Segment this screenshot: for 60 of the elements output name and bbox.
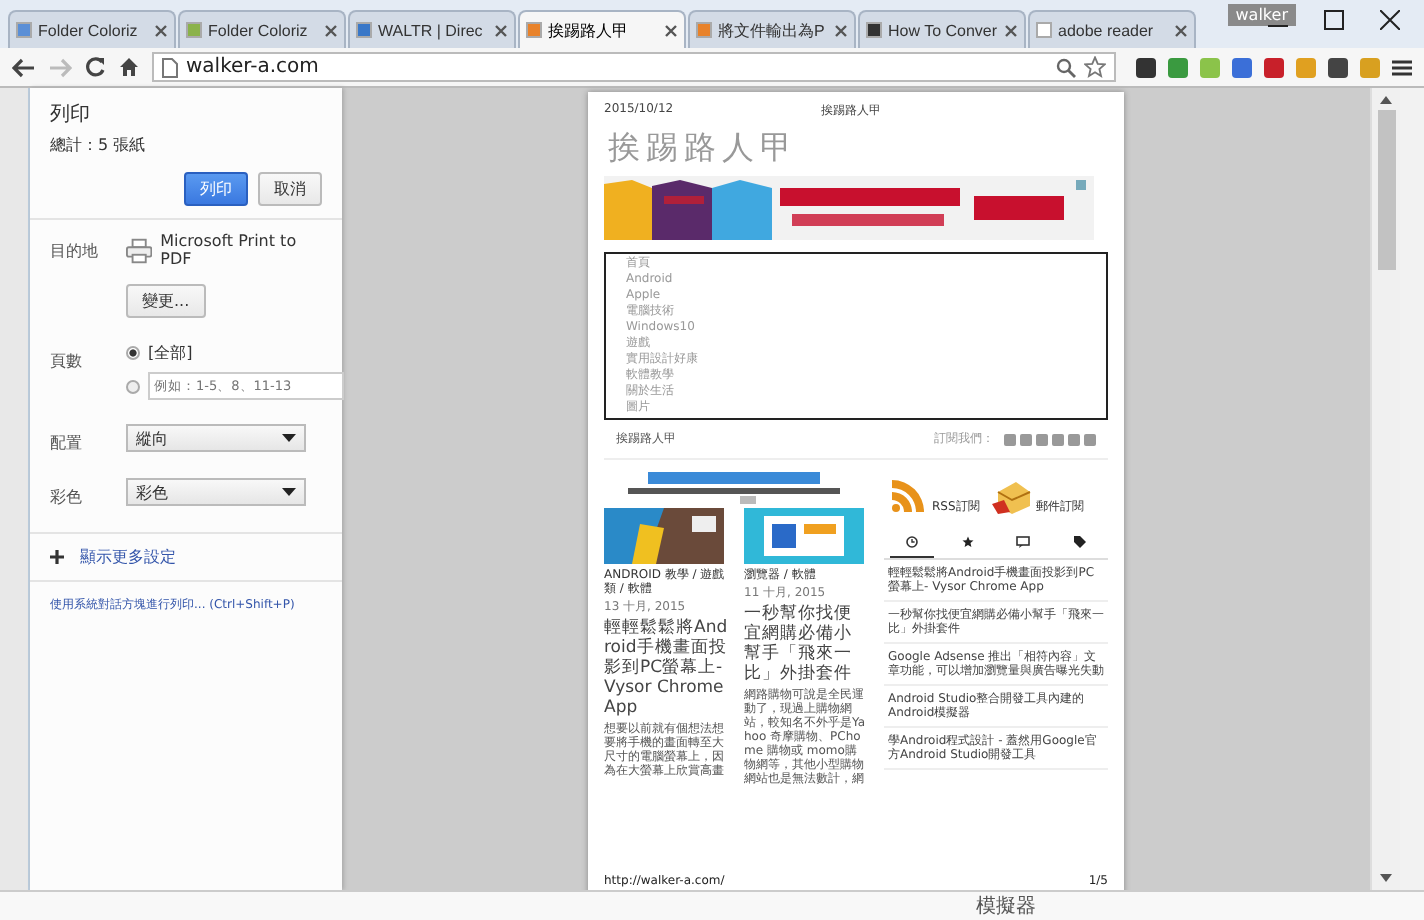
- home-icon[interactable]: [118, 56, 140, 78]
- more-settings-link[interactable]: 顯示更多設定: [80, 546, 176, 568]
- browser-tab[interactable]: How To Conver: [858, 10, 1026, 48]
- radio-button[interactable]: [126, 379, 140, 393]
- option-label: [全部]: [148, 342, 193, 364]
- setting-label: 彩色: [50, 486, 84, 508]
- site-title: 挨踢路人甲: [608, 128, 800, 170]
- browser-tab[interactable]: 將文件輸出為P: [688, 10, 856, 48]
- radio-button[interactable]: [126, 346, 140, 360]
- setting-label: 目的地: [50, 240, 100, 264]
- scrollbar[interactable]: [1370, 88, 1400, 890]
- printer-icon: [126, 237, 153, 263]
- clock-icon: [905, 536, 918, 548]
- page-icon: [162, 57, 178, 77]
- favicon-icon: [696, 22, 712, 38]
- close-icon[interactable]: [664, 23, 678, 37]
- printer-name: Microsoft Print to PDF: [160, 232, 299, 268]
- favicon-icon: [526, 22, 542, 38]
- select-field[interactable]: 縱向: [126, 424, 306, 452]
- background-page-text: 模擬器: [976, 893, 1036, 920]
- favicon-icon: [866, 22, 882, 38]
- dropdown-icon: [282, 434, 296, 442]
- browser-tab[interactable]: WALTR | Direc: [348, 10, 516, 48]
- search-icon[interactable]: [1056, 57, 1076, 77]
- print-button[interactable]: 列印: [184, 172, 248, 206]
- browser-tab[interactable]: Folder Coloriz: [8, 10, 176, 48]
- select-field[interactable]: 彩色: [126, 478, 306, 506]
- scroll-down-icon[interactable]: [1380, 874, 1392, 882]
- dialog-title: 列印: [50, 101, 92, 128]
- back-icon[interactable]: [12, 57, 36, 77]
- post-title[interactable]: 輕輕鬆鬆將Android手機畫面投影到PC螢幕上- Vysor Chrome App: [604, 618, 728, 718]
- browser-tab[interactable]: 挨踢路人甲: [518, 10, 686, 48]
- favicon-icon: [16, 22, 32, 38]
- maximize-icon[interactable]: [1324, 10, 1344, 30]
- comment-icon: [1016, 536, 1031, 548]
- scroll-thumb[interactable]: [1377, 110, 1395, 270]
- star-icon[interactable]: [1084, 56, 1106, 78]
- change-button[interactable]: 變更...: [126, 284, 206, 318]
- close-icon[interactable]: [1380, 10, 1400, 30]
- sidebar-tab[interactable]: [889, 532, 934, 558]
- cancel-button[interactable]: 取消: [258, 172, 322, 206]
- setting-label: 配置: [50, 432, 84, 454]
- favicon-icon: [186, 22, 202, 38]
- setting-label: 頁數: [50, 350, 84, 374]
- tag-icon: [1074, 536, 1087, 548]
- address-bar[interactable]: walker-a.com: [152, 52, 1116, 82]
- post-title[interactable]: 一秒幫你找便宜網購必備小幫手「飛來一比」外掛套件: [744, 604, 868, 684]
- rss-icon: [888, 476, 928, 516]
- star-icon: [961, 536, 974, 548]
- favicon-icon: [1036, 22, 1052, 38]
- menu-icon[interactable]: [1392, 57, 1412, 77]
- sheet-count: 總計：5 張紙: [50, 134, 148, 156]
- browser-tab[interactable]: Folder Coloriz: [178, 10, 346, 48]
- mail-icon: [991, 480, 1032, 516]
- plus-icon: [50, 550, 64, 564]
- reload-icon[interactable]: [84, 56, 106, 78]
- scroll-up-icon[interactable]: [1380, 96, 1392, 104]
- dropdown-icon: [282, 488, 296, 496]
- browser-tab[interactable]: adobe reader: [1028, 10, 1196, 48]
- favicon-icon: [356, 22, 372, 38]
